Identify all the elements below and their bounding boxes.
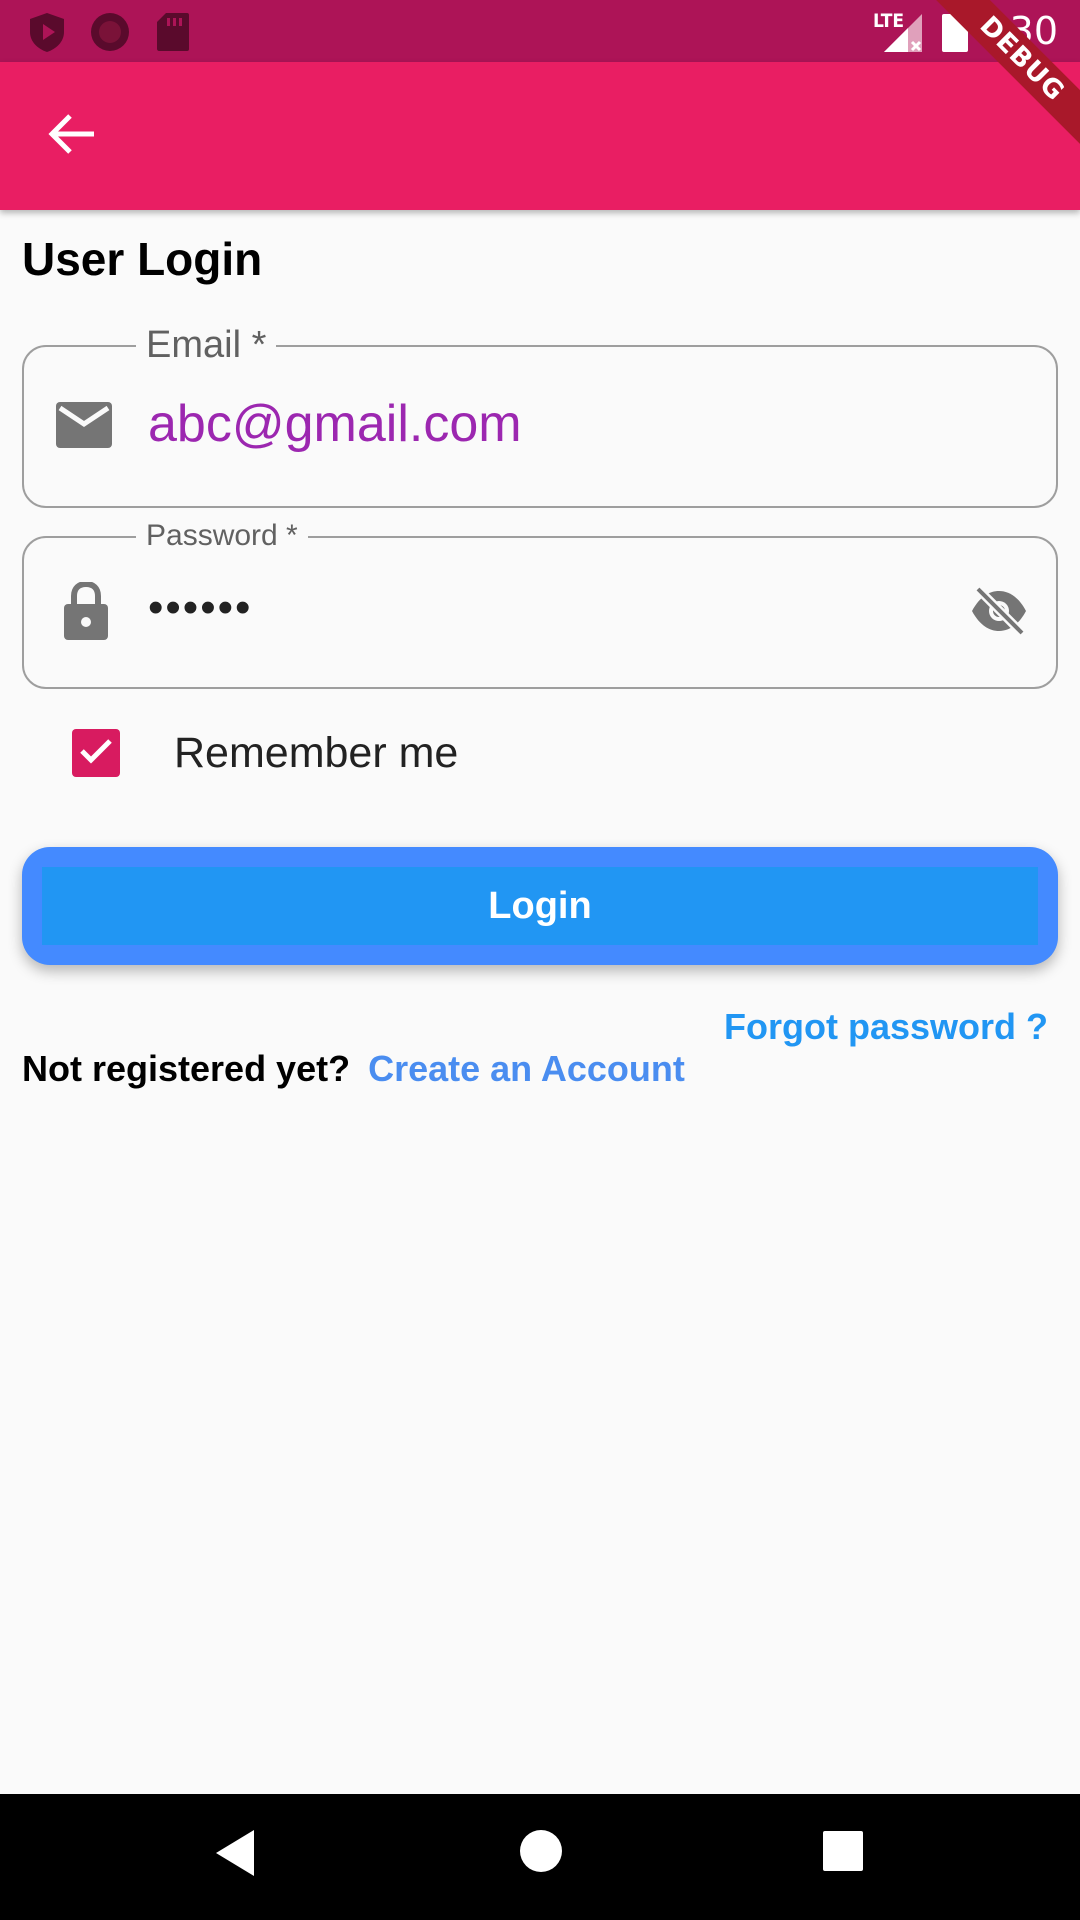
- remember-me-row[interactable]: Remember me: [60, 720, 458, 786]
- status-bar: LTE 6:30: [0, 0, 1080, 62]
- app-bar: [0, 62, 1080, 210]
- back-triangle-icon[interactable]: [216, 1830, 256, 1881]
- remember-me-checkbox[interactable]: [72, 729, 120, 777]
- email-field[interactable]: Email *: [22, 323, 1058, 508]
- register-row: Not registered yet? Create an Account: [22, 1048, 685, 1090]
- page-title: User Login: [22, 233, 263, 285]
- record-icon: [90, 12, 130, 57]
- forgot-password-link[interactable]: Forgot password ?: [724, 1006, 1048, 1048]
- sd-card-icon: [156, 12, 190, 57]
- email-label: Email *: [136, 323, 277, 367]
- arrow-back-icon: [48, 112, 96, 161]
- mail-icon: [56, 402, 112, 453]
- home-circle-icon[interactable]: [519, 1829, 563, 1878]
- register-prompt: Not registered yet?: [22, 1048, 351, 1089]
- password-label: Password *: [136, 518, 308, 554]
- signal-icon: [884, 14, 924, 57]
- password-input[interactable]: [148, 578, 908, 638]
- password-field[interactable]: Password *: [22, 518, 1058, 689]
- back-button[interactable]: [36, 108, 108, 164]
- battery-icon: [942, 10, 968, 57]
- login-button[interactable]: Login: [42, 867, 1038, 945]
- system-nav-bar: [0, 1794, 1080, 1920]
- recents-square-icon[interactable]: [823, 1831, 863, 1876]
- email-input[interactable]: [148, 392, 908, 456]
- remember-me-label: Remember me: [174, 728, 459, 777]
- play-protect-icon: [28, 12, 66, 57]
- clock: 6:30: [972, 9, 1058, 53]
- create-account-link[interactable]: Create an Account: [368, 1048, 685, 1089]
- lock-icon: [64, 580, 108, 645]
- login-button-container: Login: [22, 847, 1058, 965]
- visibility-off-icon[interactable]: [970, 585, 1028, 641]
- check-icon: [78, 736, 114, 771]
